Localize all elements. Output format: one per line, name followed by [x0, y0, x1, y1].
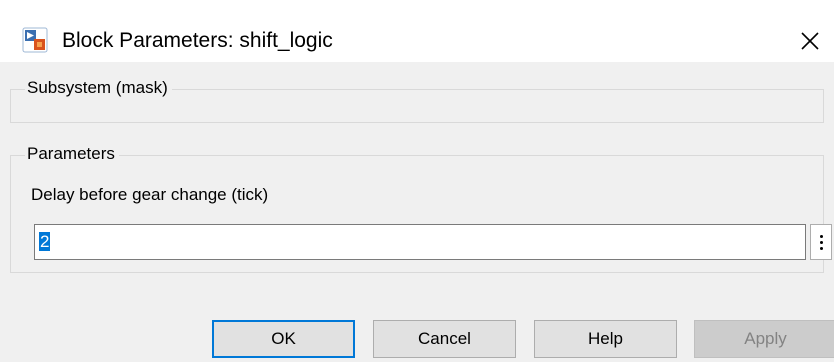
close-icon[interactable] — [797, 28, 823, 54]
apply-button[interactable]: Apply — [694, 320, 834, 358]
simulink-block-icon — [22, 27, 48, 53]
window-title: Block Parameters: shift_logic — [62, 29, 333, 52]
subsystem-mask-group: Subsystem (mask) — [10, 78, 824, 123]
parameters-group: Parameters Delay before gear change (tic… — [10, 144, 832, 273]
ok-button[interactable]: OK — [212, 320, 355, 358]
cancel-button[interactable]: Cancel — [373, 320, 516, 358]
delay-before-gear-change-input[interactable]: 2 — [34, 224, 806, 260]
subsystem-mask-legend: Subsystem (mask) — [25, 78, 172, 98]
delay-value-selected-text: 2 — [39, 232, 51, 251]
parameters-legend: Parameters — [25, 144, 119, 164]
vertical-ellipsis-icon[interactable] — [810, 224, 832, 260]
block-parameters-dialog: Block Parameters: shift_logic Subsystem … — [0, 0, 834, 362]
help-button[interactable]: Help — [534, 320, 677, 358]
delay-before-gear-change-label: Delay before gear change (tick) — [31, 185, 269, 204]
title-bar: Block Parameters: shift_logic — [0, 0, 834, 62]
